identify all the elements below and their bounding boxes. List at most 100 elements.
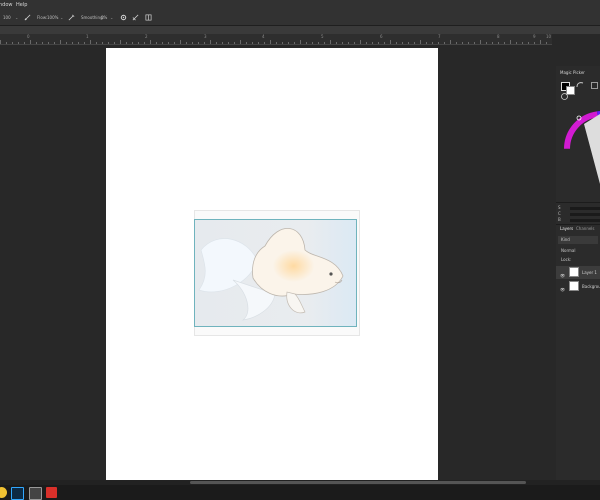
ruler-tick xyxy=(96,42,97,44)
ruler-tick xyxy=(324,42,325,44)
photoshop-icon[interactable] xyxy=(11,487,24,500)
ruler-tick xyxy=(234,42,235,44)
ruler-tick xyxy=(528,42,529,44)
ruler-tick xyxy=(264,42,265,44)
swap-colors-icon[interactable] xyxy=(576,81,584,89)
ruler-tick xyxy=(132,42,133,44)
ruler-number: 5 xyxy=(321,34,324,39)
smoothing-value[interactable]: 0% xyxy=(101,10,107,25)
ruler-tick xyxy=(270,40,271,44)
ruler-tick xyxy=(210,40,211,44)
ruler-tick xyxy=(444,42,445,44)
selection-frame[interactable] xyxy=(194,219,357,327)
ruler-tick xyxy=(42,42,43,44)
ruler-tick xyxy=(540,40,541,44)
ruler-tick xyxy=(366,42,367,44)
ruler-tick xyxy=(372,42,373,44)
layer-row-layer-1[interactable]: 👁 Layer 1 xyxy=(556,266,600,279)
filter-kind-label: Kind xyxy=(561,237,570,242)
options-bar: 100 ⌄ Flow: 100% ⌄ Smoothing: 0% ⌄ xyxy=(0,10,600,26)
tab-channels[interactable]: Channels xyxy=(576,226,595,231)
ruler-tick xyxy=(222,42,223,44)
ruler-tick xyxy=(420,40,421,44)
ruler-tick xyxy=(36,42,37,44)
ruler-tick xyxy=(342,42,343,44)
layer-filter-kind[interactable]: Kind xyxy=(558,236,598,244)
color-wheel[interactable] xyxy=(560,94,600,204)
ruler-tick xyxy=(126,42,127,44)
smoothing-dropdown[interactable]: ⌄ xyxy=(110,10,113,25)
ruler-tick xyxy=(216,42,217,44)
ruler-tick xyxy=(456,42,457,44)
brightness-slider[interactable]: B xyxy=(558,217,600,223)
ruler-number: 0 xyxy=(27,34,30,39)
magic-picker-title: Magic Picker xyxy=(560,70,585,75)
ruler-number: 10 xyxy=(546,34,552,39)
saturation-slider[interactable]: S xyxy=(558,205,600,211)
ruler-tick xyxy=(198,42,199,44)
red-app-icon[interactable] xyxy=(46,487,57,498)
grid-icon[interactable] xyxy=(591,82,598,89)
ruler-tick xyxy=(162,42,163,44)
menu-bar: ndow Help xyxy=(0,0,600,10)
contrast-slider[interactable]: C xyxy=(558,211,600,217)
ruler-tick xyxy=(48,42,49,44)
airbrush-icon[interactable] xyxy=(68,14,75,21)
horizontal-ruler: 0 1 2 3 4 5 6 7 8 9 10 xyxy=(0,34,552,45)
ruler-tick xyxy=(474,42,475,44)
gear-icon[interactable] xyxy=(120,14,127,21)
finder-icon[interactable] xyxy=(29,487,42,500)
ruler-tick xyxy=(276,42,277,44)
flow-dropdown[interactable]: ⌄ xyxy=(60,10,63,25)
lock-label: Lock: xyxy=(561,257,572,262)
ruler-tick xyxy=(108,42,109,44)
ruler-tick xyxy=(150,40,151,44)
visibility-eye-icon[interactable]: 👁 xyxy=(560,283,565,296)
ruler-tick xyxy=(84,42,85,44)
brush-pressure-icon[interactable] xyxy=(24,14,31,21)
document-tab-bar xyxy=(0,26,600,34)
ruler-number: 1 xyxy=(86,34,89,39)
ruler-tick xyxy=(438,42,439,44)
ruler-tick xyxy=(336,42,337,44)
ruler-tick xyxy=(30,40,31,44)
ruler-tick xyxy=(204,42,205,44)
ruler-tick xyxy=(60,40,61,44)
ruler-tick xyxy=(492,42,493,44)
ruler-tick xyxy=(156,42,157,44)
flow-value[interactable]: 100% xyxy=(47,10,58,25)
ruler-tick xyxy=(90,40,91,44)
ruler-tick xyxy=(18,42,19,44)
ruler-tick xyxy=(306,42,307,44)
ruler-tick xyxy=(432,42,433,44)
size-dropdown[interactable]: ⌄ xyxy=(15,10,18,25)
ruler-tick xyxy=(402,42,403,44)
layer-row-background[interactable]: 👁 Background xyxy=(556,280,600,293)
ruler-tick xyxy=(462,42,463,44)
scrollbar-thumb[interactable] xyxy=(190,481,526,484)
ruler-tick xyxy=(66,42,67,44)
ruler-tick xyxy=(186,42,187,44)
size-value[interactable]: 100 xyxy=(3,10,11,25)
layers-panel-tabs: Layers Channels xyxy=(556,224,600,234)
ruler-tick xyxy=(318,42,319,44)
tab-layers[interactable]: Layers xyxy=(560,226,573,231)
blend-mode-select[interactable]: Normal xyxy=(558,247,598,255)
symmetry-icon[interactable] xyxy=(145,14,152,21)
ruler-tick xyxy=(294,42,295,44)
ruler-tick xyxy=(174,42,175,44)
ruler-tick xyxy=(114,42,115,44)
brush-angle-icon[interactable] xyxy=(132,14,139,21)
panel-separator xyxy=(556,202,600,203)
ruler-number: 7 xyxy=(438,34,441,39)
ruler-tick xyxy=(12,42,13,44)
blend-mode-label: Normal xyxy=(561,248,576,253)
ruler-tick xyxy=(78,42,79,44)
ruler-tick xyxy=(240,40,241,44)
layer-name: Layer 1 xyxy=(582,270,597,275)
chrome-icon[interactable] xyxy=(0,487,7,498)
ruler-tick xyxy=(408,42,409,44)
menu-help[interactable]: Help xyxy=(16,0,27,10)
menu-window[interactable]: ndow xyxy=(0,0,13,10)
ruler-tick xyxy=(180,40,181,44)
